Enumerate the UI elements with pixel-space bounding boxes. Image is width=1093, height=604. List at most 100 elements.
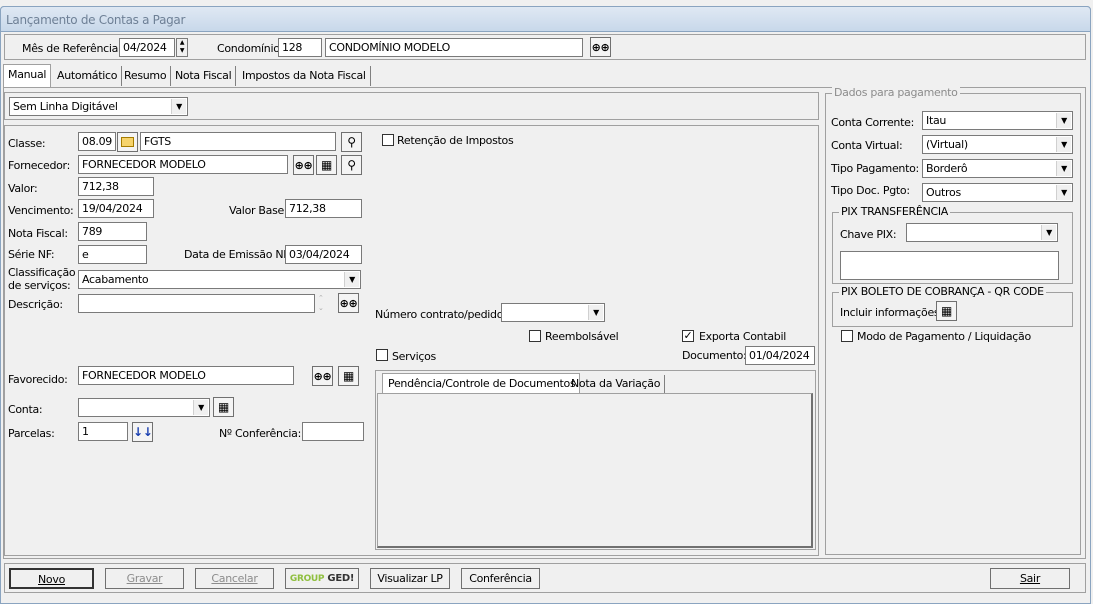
- binoculars-icon: ⊕⊕: [591, 41, 610, 54]
- condominio-name-input[interactable]: CONDOMÍNIO MODELO: [325, 38, 583, 57]
- sair-button[interactable]: Sair: [990, 568, 1070, 589]
- serie-nf-input[interactable]: e: [78, 245, 147, 264]
- parcelas-input[interactable]: 1: [78, 422, 128, 441]
- descricao-search-button[interactable]: ⊕⊕: [338, 293, 359, 313]
- tipo-doc-label: Tipo Doc. Pgto:: [831, 184, 910, 197]
- tab-automatico[interactable]: Automático: [53, 66, 123, 86]
- vencimento-label: Vencimento:: [8, 204, 74, 217]
- conta-virtual-dropdown[interactable]: (Virtual) ▼: [922, 135, 1073, 154]
- linha-digitavel-dropdown[interactable]: Sem Linha Digitável ▼: [9, 97, 188, 116]
- conferencia-input[interactable]: [302, 422, 364, 441]
- vencimento-input[interactable]: 19/04/2024: [78, 199, 154, 218]
- classificacao-dropdown[interactable]: Acabamento ▼: [78, 270, 361, 289]
- tab-nota-fiscal[interactable]: Nota Fiscal: [171, 66, 237, 86]
- conferencia-label: Nº Conferência:: [219, 427, 302, 440]
- novo-label: Novo: [38, 573, 65, 586]
- conferencia-button[interactable]: Conferência: [461, 568, 540, 589]
- retencao-checkbox[interactable]: [382, 134, 394, 146]
- conta-label: Conta:: [8, 403, 43, 416]
- form-edit-icon: ▦: [320, 158, 333, 172]
- fornecedor-label: Fornecedor:: [8, 159, 70, 172]
- conta-edit-button[interactable]: ▦: [213, 397, 234, 417]
- chevron-down-icon: ▼: [1056, 185, 1071, 200]
- ged-text: GED!: [327, 573, 355, 584]
- conta-virtual-label: Conta Virtual:: [831, 139, 903, 152]
- classe-label: Classe:: [8, 137, 46, 150]
- mes-referencia-input[interactable]: 04/2024: [119, 38, 175, 57]
- conta-dropdown[interactable]: ▼: [78, 398, 210, 417]
- parcelas-expand-button[interactable]: ↓↓: [132, 422, 153, 442]
- tab-manual[interactable]: Manual: [3, 64, 52, 88]
- modo-pagamento-label: Modo de Pagamento / Liquidação: [857, 330, 1031, 343]
- favorecido-edit-button[interactable]: ▦: [338, 366, 359, 386]
- nota-fiscal-input[interactable]: 789: [78, 222, 147, 241]
- chave-pix-dropdown[interactable]: ▼: [906, 223, 1058, 242]
- valor-input[interactable]: 712,38: [78, 177, 154, 196]
- descricao-input[interactable]: [78, 294, 315, 313]
- pix-transferencia-title: PIX TRANSFERÊNCIA: [839, 205, 951, 218]
- novo-button[interactable]: Novo: [9, 568, 94, 589]
- conta-corrente-dropdown[interactable]: Itau ▼: [922, 111, 1073, 130]
- magnifier-icon: ⚲: [347, 135, 356, 149]
- condominio-search-button[interactable]: ⊕⊕: [590, 37, 611, 57]
- folder-icon: [121, 137, 134, 147]
- servicos-checkbox[interactable]: [376, 349, 388, 361]
- exporta-contabil-checkbox[interactable]: ✓: [682, 330, 694, 342]
- favorecido-search-button[interactable]: ⊕⊕: [312, 366, 333, 386]
- chevron-down-icon: ▼: [1056, 137, 1071, 152]
- form-edit-icon: ▦: [217, 400, 230, 414]
- sair-label: Sair: [1019, 572, 1041, 585]
- binoculars-icon: ⊕⊕: [339, 297, 358, 310]
- chave-pix-detail-input[interactable]: [840, 251, 1059, 280]
- visualizar-lp-button[interactable]: Visualizar LP: [370, 568, 450, 589]
- incluir-informacoes-button[interactable]: ▦: [936, 301, 957, 321]
- group-ged-button[interactable]: GROUP GED!: [285, 568, 359, 589]
- incluir-informacoes-label: Incluir informações:: [840, 306, 943, 319]
- classe-folder-button[interactable]: [117, 132, 138, 152]
- retencao-label: Retenção de Impostos: [397, 134, 514, 147]
- cancelar-label: Cancelar: [211, 572, 258, 585]
- nota-fiscal-label: Nota Fiscal:: [8, 227, 68, 240]
- modo-pagamento-checkbox[interactable]: [841, 330, 853, 342]
- tipo-pagamento-value: Borderô: [926, 162, 968, 175]
- chevron-down-icon: ▼: [1056, 161, 1071, 176]
- fornecedor-lookup-button[interactable]: ⚲: [341, 155, 362, 175]
- conta-corrente-label: Conta Corrente:: [831, 116, 914, 129]
- favorecido-label: Favorecido:: [8, 373, 68, 386]
- gravar-button[interactable]: Gravar: [105, 568, 184, 589]
- tipo-doc-value: Outros: [926, 186, 961, 199]
- tab-impostos-nota-fiscal[interactable]: Impostos da Nota Fiscal: [238, 66, 371, 86]
- classe-name-input[interactable]: FGTS: [140, 132, 336, 151]
- subtab-nota-variacao[interactable]: Nota da Variação: [567, 375, 666, 394]
- data-emissao-input[interactable]: 03/04/2024: [285, 245, 362, 264]
- classificacao-label-1: Classificação: [8, 266, 76, 279]
- pagamento-group-title: Dados para pagamento: [832, 86, 960, 99]
- chave-pix-label: Chave PIX:: [840, 228, 897, 241]
- condominio-code-input[interactable]: 128: [278, 38, 322, 57]
- numero-contrato-dropdown[interactable]: ▼: [501, 303, 605, 322]
- reembolsavel-label: Reembolsável: [545, 330, 619, 343]
- fornecedor-edit-button[interactable]: ▦: [316, 155, 337, 175]
- tipo-doc-dropdown[interactable]: Outros ▼: [922, 183, 1073, 202]
- subtab-pendencia[interactable]: Pendência/Controle de Documentos: [382, 373, 581, 394]
- magnifier-icon: ⚲: [347, 158, 356, 172]
- documento-input[interactable]: 01/04/2024: [745, 346, 815, 365]
- fornecedor-input[interactable]: FORNECEDOR MODELO: [78, 155, 288, 174]
- favorecido-input[interactable]: FORNECEDOR MODELO: [78, 366, 294, 385]
- valor-base-input[interactable]: 712,38: [285, 199, 362, 218]
- tab-resumo[interactable]: Resumo: [120, 66, 172, 86]
- classificacao-value: Acabamento: [82, 273, 149, 286]
- condominio-label: Condomínio:: [217, 42, 284, 55]
- classe-code-input[interactable]: 08.09: [78, 132, 116, 151]
- mes-spinner[interactable]: ▲ ▼: [176, 38, 188, 57]
- servicos-label: Serviços: [392, 350, 436, 363]
- tipo-pagamento-dropdown[interactable]: Borderô ▼: [922, 159, 1073, 178]
- classe-lookup-button[interactable]: ⚲: [341, 132, 362, 152]
- fornecedor-search-button[interactable]: ⊕⊕: [293, 155, 314, 175]
- reembolsavel-checkbox[interactable]: [529, 330, 541, 342]
- valor-base-label: Valor Base:: [229, 204, 288, 217]
- pix-boleto-title: PIX BOLETO DE COBRANÇA - QR CODE: [839, 285, 1046, 298]
- chevron-down-icon: ▼: [588, 305, 603, 320]
- descricao-spin-icon[interactable]: ⌃ ⌄: [318, 293, 324, 313]
- cancelar-button[interactable]: Cancelar: [195, 568, 274, 589]
